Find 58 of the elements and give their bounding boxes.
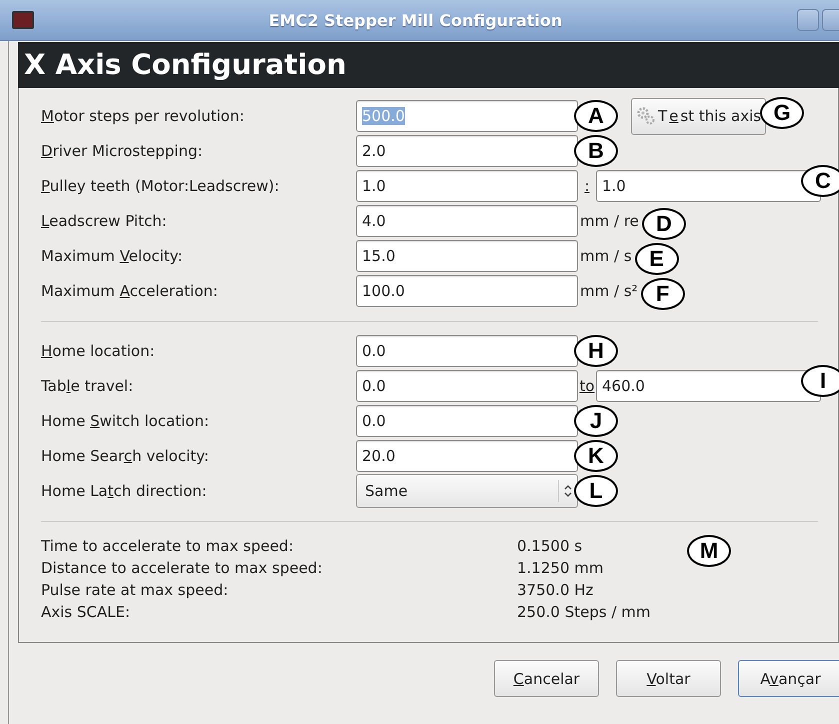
test-axis-button[interactable]: Te st this axis bbox=[631, 98, 766, 134]
field-label: Table travel: bbox=[41, 377, 134, 395]
field-label: Home Search velocity: bbox=[41, 447, 210, 465]
input-field[interactable]: 0.0 bbox=[356, 335, 578, 367]
callout-label: M bbox=[687, 535, 731, 567]
info-label: Distance to accelerate to max speed: bbox=[41, 558, 324, 579]
app-icon[interactable] bbox=[12, 11, 34, 29]
info-value: 1.1250 mm bbox=[517, 558, 604, 579]
dialog-button[interactable]: Cancelar bbox=[494, 660, 599, 697]
input-field[interactable]: 2.0 bbox=[356, 135, 578, 167]
close-button[interactable] bbox=[822, 9, 839, 31]
dialog-button[interactable]: Avançar bbox=[738, 660, 839, 697]
window-title: EMC2 Stepper Mill Configuration bbox=[268, 10, 564, 30]
page-heading: X Axis Configuration bbox=[18, 42, 839, 88]
callout-label: G bbox=[760, 97, 804, 129]
field-label: Home Switch location: bbox=[41, 412, 210, 430]
field-label: Pulley teeth (Motor:Leadscrew): bbox=[41, 177, 280, 195]
dialog-button[interactable]: Voltar bbox=[616, 660, 721, 697]
callout-label: K bbox=[574, 440, 618, 472]
info-value: 3750.0 Hz bbox=[517, 580, 594, 601]
callout-label: L bbox=[574, 475, 618, 507]
dropdown[interactable]: Same bbox=[356, 474, 578, 508]
info-label: Axis SCALE: bbox=[41, 602, 132, 623]
field-label: Leadscrew Pitch: bbox=[41, 212, 168, 230]
input-field[interactable]: 20.0 bbox=[356, 440, 578, 472]
callout-label: A bbox=[574, 100, 618, 132]
field-label: Maximum Velocity: bbox=[41, 247, 184, 265]
minimize-button[interactable] bbox=[797, 9, 819, 31]
info-value: 0.1500 s bbox=[517, 536, 582, 557]
separator-label: : bbox=[583, 177, 591, 195]
callout-label: I bbox=[801, 365, 839, 397]
callout-label: B bbox=[574, 135, 618, 167]
unit-label: mm / s bbox=[580, 247, 632, 265]
unit-label: mm / s² bbox=[580, 282, 638, 300]
field-label: Driver Microstepping: bbox=[41, 142, 204, 160]
input-field[interactable]: 1.0 bbox=[356, 170, 578, 202]
callout-label: J bbox=[574, 405, 618, 437]
callout-label: C bbox=[801, 165, 839, 197]
separator-label: to bbox=[578, 377, 596, 395]
info-label: Pulse rate at max speed: bbox=[41, 580, 230, 601]
callout-label: H bbox=[574, 335, 618, 367]
callout-label: D bbox=[642, 208, 686, 240]
field-label: Motor steps per revolution: bbox=[41, 107, 246, 125]
unit-label: mm / re bbox=[580, 212, 639, 230]
gears-icon bbox=[636, 106, 656, 126]
callout-label: E bbox=[634, 243, 679, 275]
input-field[interactable]: 0.0 bbox=[356, 405, 578, 437]
input-field[interactable]: 0.0 bbox=[356, 370, 578, 402]
field-label: Maximum Acceleration: bbox=[41, 282, 219, 300]
field-label: Home Latch direction: bbox=[41, 482, 208, 500]
input-field[interactable]: 460.0 bbox=[596, 370, 821, 402]
info-label: Time to accelerate to max speed: bbox=[41, 536, 294, 557]
input-field[interactable]: 4.0 bbox=[356, 205, 578, 237]
field-label: Home location: bbox=[41, 342, 156, 360]
callout-label: F bbox=[640, 278, 685, 310]
info-value: 250.0 Steps / mm bbox=[517, 602, 650, 623]
input-field[interactable]: 100.0 bbox=[356, 275, 578, 307]
input-field[interactable]: 15.0 bbox=[356, 240, 578, 272]
